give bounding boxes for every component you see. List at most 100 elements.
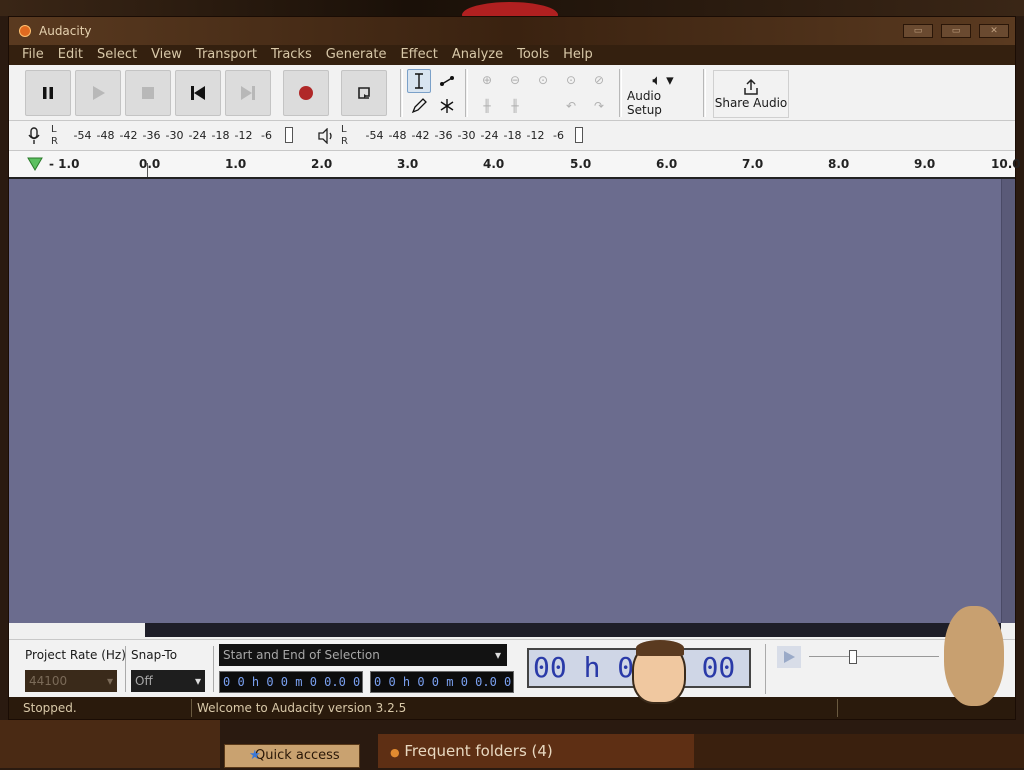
zoom-out-icon: ⊖	[509, 73, 521, 87]
envelope-tool[interactable]	[435, 69, 459, 93]
minimize-button[interactable]: ▭	[903, 24, 933, 38]
play-icon	[93, 86, 105, 100]
menu-view[interactable]: View	[144, 45, 189, 65]
pause-button[interactable]	[25, 70, 71, 116]
speaker-icon[interactable]	[317, 128, 335, 144]
horizontal-scroll-thumb[interactable]	[145, 623, 1001, 637]
window-title: Audacity	[39, 24, 92, 38]
menu-tools[interactable]: Tools	[510, 45, 556, 65]
i-beam-icon	[415, 73, 423, 89]
play-speed-slider-track[interactable]	[809, 656, 939, 657]
window-controls: ▭ ▭ ✕	[903, 24, 1009, 38]
close-button[interactable]: ✕	[979, 24, 1009, 38]
menu-edit[interactable]: Edit	[51, 45, 90, 65]
toolbar-separator	[703, 69, 706, 117]
play-speed-slider-thumb[interactable]	[849, 650, 857, 664]
gopher-decoration	[944, 606, 1004, 706]
ruler-label: 3.0	[397, 157, 419, 171]
cartoon-hair-decoration	[636, 640, 684, 656]
play-head-icon[interactable]	[27, 157, 43, 171]
dropdown-arrow-icon: ▾	[494, 648, 501, 662]
dropdown-arrow-icon: ▾	[106, 674, 113, 688]
draw-tool[interactable]	[407, 94, 431, 118]
vertical-scrollbar[interactable]	[1001, 179, 1015, 623]
menu-help[interactable]: Help	[556, 45, 600, 65]
ruler-zero-tick	[147, 163, 148, 177]
play-at-speed-button[interactable]	[777, 646, 801, 668]
audacity-app-icon	[19, 25, 31, 37]
timeline-ruler[interactable]: - 1.0 0.0 1.0 2.0 3.0 4.0 5.0 6.0 7.0 8.…	[9, 151, 1021, 179]
selection-end-time[interactable]: 0 0 h 0 0 m 0 0.0 0 s	[370, 671, 514, 709]
playback-meter-scale[interactable]: -54 -48 -42 -36 -30 -24 -18 -12 -6	[363, 129, 570, 142]
fit-project-button[interactable]: ⊙	[559, 69, 583, 91]
ruler-label: - 1.0	[49, 157, 80, 171]
track-area[interactable]	[9, 179, 1015, 623]
record-meter-scale[interactable]: -54 -48 -42 -36 -30 -24 -18 -12 -6	[71, 129, 278, 142]
envelope-icon	[440, 76, 454, 86]
skip-to-start-button[interactable]	[175, 70, 221, 116]
menu-bar: File Edit Select View Transport Tracks G…	[9, 45, 1015, 65]
horizontal-scrollbar[interactable]	[9, 623, 1015, 639]
pause-icon	[43, 87, 53, 99]
loop-icon	[358, 87, 370, 99]
title-bar[interactable]: Audacity ▭ ▭ ✕	[9, 17, 1015, 45]
frequent-folders-header[interactable]: ● Frequent folders (4)	[378, 734, 694, 768]
zoom-in-button[interactable]: ⊕	[475, 69, 499, 91]
status-state: Stopped.	[23, 701, 77, 715]
fit-selection-icon: ⊙	[537, 73, 549, 87]
dropdown-arrow-icon: ▾	[194, 674, 201, 688]
fit-project-icon: ⊙	[565, 73, 577, 87]
project-rate-select[interactable]: 44100 ▾	[25, 670, 117, 692]
fit-selection-button[interactable]: ⊙	[531, 69, 555, 91]
multi-tool[interactable]	[435, 94, 459, 118]
quick-access-item[interactable]: ★ Quick access	[224, 744, 360, 768]
microphone-icon[interactable]	[27, 127, 41, 145]
share-audio-button[interactable]: Share Audio	[713, 70, 789, 118]
menu-file[interactable]: File	[15, 45, 51, 65]
play-button[interactable]	[75, 70, 121, 116]
redo-button[interactable]: ↷	[587, 95, 611, 117]
ruler-label: 2.0	[311, 157, 333, 171]
menu-analyze[interactable]: Analyze	[445, 45, 510, 65]
zoom-out-button[interactable]: ⊖	[503, 69, 527, 91]
selection-mode-select[interactable]: Start and End of Selection ▾	[219, 644, 507, 666]
ruler-label: 6.0	[656, 157, 678, 171]
skip-end-icon	[241, 86, 255, 100]
silence-button[interactable]: ╫	[503, 95, 527, 117]
stop-button[interactable]	[125, 70, 171, 116]
menu-effect[interactable]: Effect	[393, 45, 444, 65]
meter-toolbar: LR -54 -48 -42 -36 -30 -24 -18 -12 -6 LR -54 -48-…	[9, 121, 1015, 151]
loop-button[interactable]	[341, 70, 387, 116]
zoom-in-icon: ⊕	[481, 73, 493, 87]
menu-select[interactable]: Select	[90, 45, 144, 65]
divider	[765, 644, 766, 694]
playback-level-slider[interactable]	[575, 127, 583, 143]
playback-meter-channels: LR	[341, 124, 348, 147]
menu-transport[interactable]: Transport	[189, 45, 264, 65]
ruler-label: 4.0	[483, 157, 505, 171]
trim-button[interactable]: ╫	[475, 95, 499, 117]
redo-icon: ↷	[593, 99, 605, 113]
snap-to-select[interactable]: Off ▾	[131, 670, 205, 692]
menu-generate[interactable]: Generate	[319, 45, 394, 65]
audio-setup-button[interactable]: 🔈︎ ▾ Audio Setup	[627, 70, 699, 118]
stop-icon	[142, 87, 154, 99]
skip-to-end-button[interactable]	[225, 70, 271, 116]
undo-button[interactable]: ↶	[559, 95, 583, 117]
zoom-toggle-button[interactable]: ⊘	[587, 69, 611, 91]
project-rate-label: Project Rate (Hz)	[25, 648, 126, 662]
undo-icon: ↶	[565, 99, 577, 113]
audacity-window: Audacity ▭ ▭ ✕ File Edit Select View Tra…	[8, 16, 1021, 720]
toolbar-separator	[619, 69, 622, 117]
maximize-button[interactable]: ▭	[941, 24, 971, 38]
pencil-icon	[411, 98, 427, 114]
star-icon: ★	[249, 748, 261, 763]
selection-tool[interactable]	[407, 69, 431, 93]
record-button[interactable]	[283, 70, 329, 116]
record-level-slider[interactable]	[285, 127, 293, 143]
selection-start-time[interactable]: 0 0 h 0 0 m 0 0.0 0 s	[219, 671, 363, 709]
menu-tracks[interactable]: Tracks	[264, 45, 319, 65]
snap-to-label: Snap-To	[131, 648, 178, 662]
skip-start-icon	[191, 86, 205, 100]
selection-toolbar: Project Rate (Hz) 44100 ▾ Snap-To Off ▾ St…	[9, 639, 1015, 720]
